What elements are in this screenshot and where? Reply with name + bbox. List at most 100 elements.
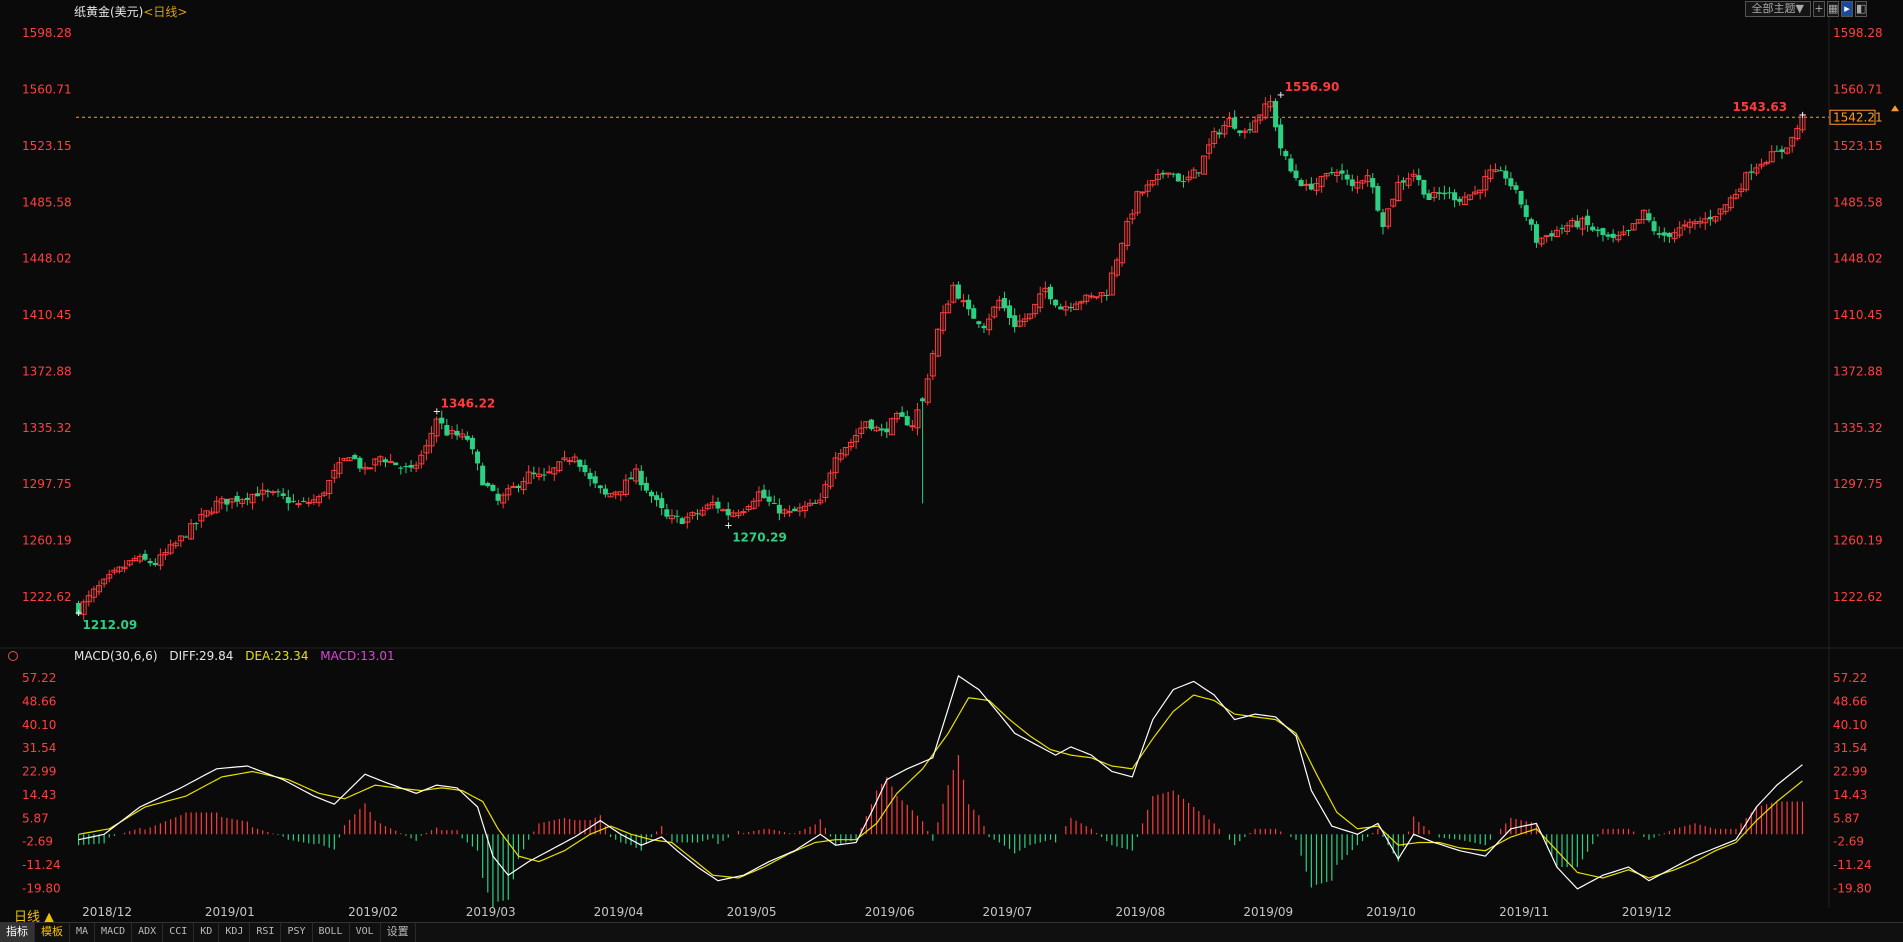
candle-body-down [587, 472, 593, 480]
candle-body-up [960, 300, 967, 303]
candle-body-down [1574, 220, 1580, 228]
macd-tick-left: 40.10 [22, 718, 56, 732]
instrument-name: 纸黄金(美元) [74, 5, 144, 19]
date-tick: 2019/02 [348, 905, 398, 919]
candle-body-down [1349, 179, 1355, 187]
candle-body-down [1175, 173, 1181, 182]
candle-body-down [439, 417, 445, 424]
collapse-icon[interactable]: ◧ [1855, 1, 1867, 17]
candle-body-down [1748, 171, 1754, 173]
candle-body-down [868, 419, 874, 430]
candle-body-up [1303, 183, 1310, 186]
macd-tick-left: -11.24 [22, 858, 61, 872]
date-tick: 2018/12 [82, 905, 132, 919]
candle-body-down [1416, 175, 1422, 181]
candle-body-down [812, 502, 818, 504]
candle-body-down [1656, 233, 1662, 235]
diff-line [78, 674, 1803, 890]
candle-body-down [1523, 205, 1529, 217]
grid-icon[interactable]: ▦ [1827, 1, 1839, 17]
arrow-up-icon [1891, 105, 1899, 112]
indicator-marker-icon[interactable] [8, 651, 18, 661]
tab-rsi[interactable]: RSI [250, 923, 282, 942]
candle-body-up [786, 510, 793, 513]
candle-body-down [531, 472, 537, 475]
date-tick: 2019/06 [865, 905, 915, 919]
candle-body-down [1503, 170, 1509, 179]
tab-macd[interactable]: MACD [95, 923, 133, 942]
candle-body-down [193, 523, 199, 525]
candle-body-down [1196, 172, 1202, 174]
candle-body-down [879, 428, 885, 431]
price-tick-left: 1222.62 [22, 590, 72, 604]
candle-body-down [152, 562, 158, 565]
candle-body-down [1339, 170, 1345, 174]
candle-body-down [1426, 193, 1432, 200]
candle-body-up [510, 486, 517, 489]
candle-body-down [1446, 192, 1452, 194]
candle-body-down [1232, 117, 1238, 129]
macd-tick-right: 57.22 [1833, 671, 1867, 685]
candle-body-down [1779, 149, 1785, 153]
candle-body-down [884, 428, 890, 433]
tab-psy[interactable]: PSY [281, 923, 313, 942]
candle-body-down [147, 561, 153, 564]
price-tick-left: 1260.19 [22, 534, 72, 548]
tab-adx[interactable]: ADX [132, 923, 164, 942]
crosshair-icon[interactable]: + [1813, 1, 1825, 17]
candle-body-down [1774, 150, 1780, 152]
theme-dropdown-button[interactable]: 全部主题▼ [1744, 1, 1811, 17]
candle-body-down [1646, 213, 1652, 221]
candle-body-down [659, 498, 665, 509]
price-annotation: 1212.09 [83, 618, 138, 632]
tab-indicators[interactable]: 指标 [0, 923, 35, 942]
candle-body-down [1001, 298, 1007, 309]
candle-body-down [1707, 216, 1713, 220]
candle-body-down [1666, 232, 1672, 237]
tab-vol[interactable]: VOL [350, 923, 381, 942]
candle-body-down [142, 553, 148, 560]
candle-body-down [265, 490, 271, 492]
tab-kdj[interactable]: KDJ [219, 923, 251, 942]
price-tick-left: 1297.75 [22, 477, 72, 491]
tab-settings[interactable]: 设置 [381, 923, 416, 942]
tab-ma[interactable]: MA [70, 923, 96, 942]
macd-tick-right: 48.66 [1833, 694, 1867, 708]
macd-tick-left: 31.54 [22, 741, 56, 755]
macd-tick-left: 5.87 [22, 811, 49, 825]
price-tick-left: 1523.15 [22, 139, 72, 153]
macd-tick-right: 5.87 [1833, 811, 1860, 825]
tab-template[interactable]: 模板 [35, 923, 70, 942]
candle-body-down [1160, 172, 1166, 175]
play-icon[interactable]: ▸ [1841, 1, 1853, 17]
candle-body-down [1216, 132, 1222, 135]
price-annotation: 1543.63 [1732, 100, 1787, 114]
candle-body-down [541, 474, 547, 476]
candle-body-down [301, 500, 307, 502]
candle-body-down [382, 459, 388, 463]
macd-tick-right: -19.80 [1833, 881, 1872, 895]
candle-body-down [244, 497, 250, 500]
tab-kd[interactable]: KD [194, 923, 220, 942]
candle-body-down [971, 308, 977, 319]
candle-body-down [444, 425, 450, 436]
date-tick: 2019/03 [466, 905, 516, 919]
tab-boll[interactable]: BOLL [313, 923, 350, 942]
macd-tick-left: 14.43 [22, 788, 56, 802]
candle-body-down [1012, 315, 1018, 328]
candle-body-down [1247, 129, 1253, 131]
candle-body-down [1585, 215, 1591, 226]
macd-histogram [77, 755, 1804, 908]
tab-cci[interactable]: CCI [163, 923, 195, 942]
price-chart-canvas[interactable]: 1598.28 1598.28 1560.71 1560.71 1523.15 1523.… [0, 0, 1903, 941]
candle-body-up [909, 425, 916, 428]
candle-body-down [1344, 174, 1350, 180]
price-tick-right: 1372.88 [1833, 364, 1883, 378]
price-tick-left: 1598.28 [22, 26, 72, 40]
candle-body-up [566, 460, 573, 463]
candle-body-up [1088, 295, 1095, 298]
candle-body-down [1436, 192, 1442, 194]
date-tick: 2019/05 [727, 905, 777, 919]
price-tick-right: 1335.32 [1833, 421, 1883, 435]
candle-body-down [454, 430, 460, 436]
